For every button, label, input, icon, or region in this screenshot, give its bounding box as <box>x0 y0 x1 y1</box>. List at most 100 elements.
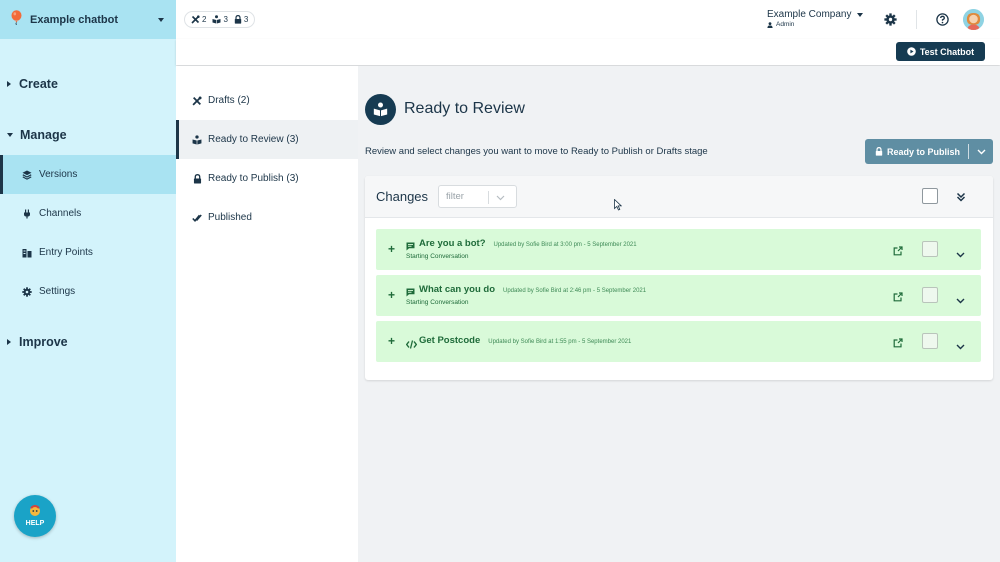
company-name: Example Company <box>767 9 852 20</box>
change-subtitle: Starting Conversation <box>406 253 469 260</box>
plus-icon[interactable]: + <box>388 242 395 256</box>
change-name: What can you do Updated by Sofie Bird at … <box>419 284 647 295</box>
help-question-button[interactable] <box>935 12 949 26</box>
change-updated: Updated by Sofie Bird at 2:46 pm - 5 Sep… <box>503 288 647 294</box>
chevron-down-icon[interactable] <box>956 337 965 355</box>
user-role: Admin <box>776 21 795 28</box>
change-updated: Updated by Sofie Bird at 3:00 pm - 5 Sep… <box>493 242 637 248</box>
stage-ready-to-publish[interactable]: Ready to Publish (3) <box>176 159 358 198</box>
help-mascot-icon <box>28 505 42 519</box>
avatar[interactable] <box>963 9 984 30</box>
help-button[interactable]: HELP <box>14 495 56 537</box>
sidebar: Example chatbot Create Manage Versions C… <box>0 0 176 562</box>
main-content: Ready to Review Review and select change… <box>358 66 1000 562</box>
stage-published[interactable]: Published <box>176 198 358 237</box>
chevron-down-icon <box>158 17 164 22</box>
play-circle-icon <box>907 47 916 56</box>
divider <box>916 10 917 29</box>
nav-section-label: Manage <box>20 128 67 142</box>
sidebar-item-label: Channels <box>39 208 82 219</box>
test-chatbot-button[interactable]: Test Chatbot <box>896 42 985 61</box>
change-updated: Updated by Sofie Bird at 1:55 pm - 5 Sep… <box>488 339 632 345</box>
review-icon <box>192 134 202 145</box>
stage-list: Drafts (2) Ready to Review (3) Ready to … <box>176 66 358 562</box>
gear-icon <box>883 12 897 26</box>
page-title: Ready to Review <box>404 100 525 117</box>
change-name: Are you a bot? Updated by Sofie Bird at 3… <box>419 238 637 249</box>
stage-label: Ready to Publish (3) <box>208 173 299 184</box>
external-link-icon[interactable] <box>893 243 903 261</box>
nav-section-label: Improve <box>19 335 68 349</box>
drafts-count: 2 <box>191 15 206 24</box>
plus-icon[interactable]: + <box>388 334 395 348</box>
double-check-icon <box>192 213 202 223</box>
chevron-down-icon[interactable] <box>969 149 993 155</box>
caret-down-icon <box>7 133 13 137</box>
caret-right-icon <box>7 339 11 345</box>
gear-icon <box>22 286 32 297</box>
collapse-all-icon[interactable] <box>956 189 966 207</box>
sidebar-item-label: Versions <box>39 169 78 180</box>
change-row[interactable]: + What can you do Updated by Sofie Bird a… <box>376 275 981 316</box>
nav-section-improve[interactable]: Improve <box>0 332 68 352</box>
top-bar: 2 3 3 Example Company Admin <box>176 0 1000 39</box>
plus-icon[interactable]: + <box>388 288 395 302</box>
question-icon <box>935 12 949 26</box>
row-checkbox[interactable] <box>922 241 938 257</box>
review-count: 3 <box>212 15 228 24</box>
page-description: Review and select changes you want to mo… <box>365 146 708 157</box>
review-badge-icon <box>365 94 396 125</box>
changes-panel: Changes filter + Are you a bot? Updated … <box>365 176 993 380</box>
divider <box>488 191 489 204</box>
tools-icon <box>191 15 200 24</box>
chevron-down-icon <box>496 193 505 204</box>
stage-drafts[interactable]: Drafts (2) <box>176 81 358 120</box>
ready-to-publish-label[interactable]: Ready to Publish <box>865 147 968 157</box>
plug-icon <box>22 209 32 219</box>
lock-icon <box>234 15 242 24</box>
company-switcher[interactable]: Example Company Admin <box>767 9 864 28</box>
change-row[interactable]: + Get Postcode Updated by Sofie Bird at 1… <box>376 321 981 362</box>
chatbot-selector[interactable]: Example chatbot <box>0 0 176 39</box>
select-all-checkbox[interactable] <box>922 188 938 204</box>
review-icon <box>212 15 221 24</box>
settings-gear-button[interactable] <box>883 12 897 26</box>
sidebar-item-settings[interactable]: Settings <box>0 272 176 311</box>
nav-section-label: Create <box>19 77 58 91</box>
user-icon <box>767 21 773 28</box>
nav-section-manage[interactable]: Manage <box>0 125 67 145</box>
row-checkbox[interactable] <box>922 287 938 303</box>
stage-label: Drafts (2) <box>208 95 250 106</box>
lock-icon <box>192 173 202 184</box>
stage-counts: 2 3 3 <box>184 11 256 28</box>
filter-placeholder: filter <box>446 191 464 202</box>
external-link-icon[interactable] <box>893 289 903 307</box>
row-checkbox[interactable] <box>922 333 938 349</box>
change-subtitle: Starting Conversation <box>406 299 469 306</box>
ready-to-publish-button[interactable]: Ready to Publish <box>865 139 993 164</box>
external-link-icon[interactable] <box>893 335 903 353</box>
tools-icon <box>192 95 202 106</box>
changes-title: Changes <box>376 189 429 204</box>
layers-icon <box>22 170 32 180</box>
stage-ready-to-review[interactable]: Ready to Review (3) <box>176 120 358 159</box>
test-bar: Test Chatbot <box>176 39 1000 65</box>
chevron-down-icon <box>857 12 864 17</box>
sidebar-item-label: Settings <box>39 286 76 297</box>
sidebar-item-versions[interactable]: Versions <box>0 155 176 194</box>
nav-section-create[interactable]: Create <box>0 74 58 94</box>
sidebar-item-label: Entry Points <box>39 247 93 258</box>
entry-icon <box>22 248 32 258</box>
balloon-icon <box>11 9 22 30</box>
filter-select[interactable]: filter <box>438 185 517 208</box>
sidebar-item-channels[interactable]: Channels <box>0 194 176 233</box>
caret-right-icon <box>7 81 11 87</box>
chevron-down-icon[interactable] <box>956 291 965 309</box>
sidebar-item-entry-points[interactable]: Entry Points <box>0 233 176 272</box>
help-label: HELP <box>25 520 45 527</box>
change-row[interactable]: + Are you a bot? Updated by Sofie Bird at… <box>376 229 981 270</box>
change-name: Get Postcode Updated by Sofie Bird at 1:5… <box>419 335 632 346</box>
stage-label: Ready to Review (3) <box>208 134 299 145</box>
chevron-down-icon[interactable] <box>956 245 965 263</box>
code-icon <box>405 336 418 354</box>
